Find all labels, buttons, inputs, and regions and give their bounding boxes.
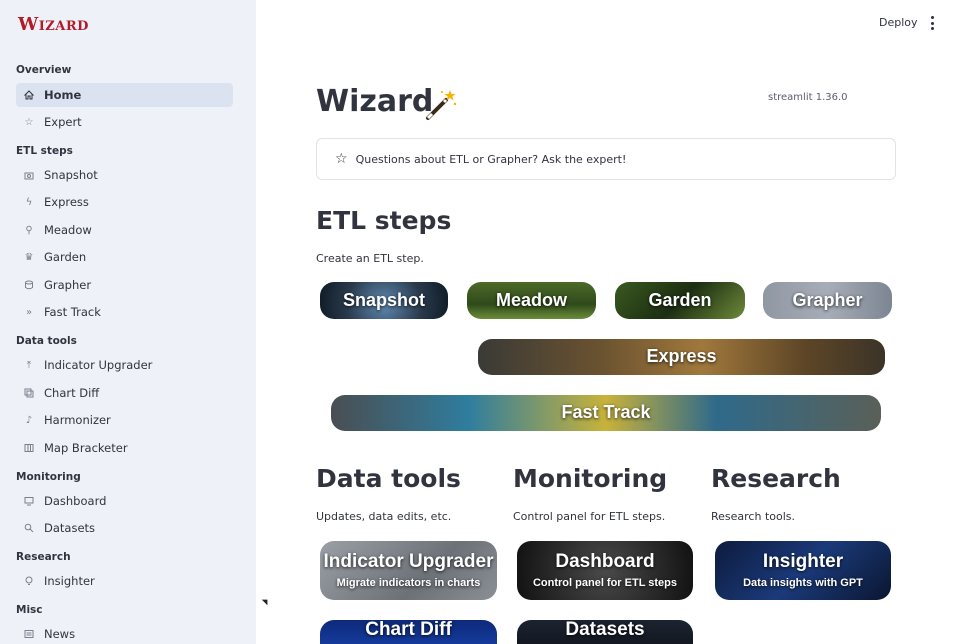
sidebar-item-home[interactable]: Home xyxy=(16,83,233,107)
trophy-icon: ♛ xyxy=(24,251,34,263)
indicator-upgrader-card-title: Indicator Upgrader xyxy=(323,551,494,573)
express-card-title: Express xyxy=(646,346,717,367)
lightbulb-icon xyxy=(22,574,36,588)
meadow-card-title: Meadow xyxy=(495,289,567,310)
snapshot-card[interactable]: Snapshot xyxy=(320,282,448,319)
meadow-card[interactable]: Meadow xyxy=(467,282,596,319)
sidebar-item-snapshot[interactable]: Snapshot xyxy=(16,163,233,187)
indicator-upgrader-card-desc: Migrate indicators in charts xyxy=(336,576,481,589)
sidebar-item-label: Dashboard xyxy=(44,494,107,508)
datasets-card-title: Datasets xyxy=(565,620,645,640)
sidebar-item-news[interactable]: News xyxy=(16,622,233,644)
fast-forward-icon: » xyxy=(25,306,33,318)
music-note-icon: ♪ xyxy=(25,414,33,426)
snapshot-card-title: Snapshot xyxy=(342,289,425,310)
fast-track-card[interactable]: Fast Track xyxy=(331,395,881,431)
sidebar-item-label: News xyxy=(44,627,76,641)
nav-section-research: Research xyxy=(16,551,71,563)
express-card[interactable]: Express xyxy=(478,339,885,375)
grapher-card[interactable]: Grapher xyxy=(763,282,892,319)
sidebar-item-expert[interactable]: ☆ Expert xyxy=(16,110,233,134)
insighter-card[interactable]: Insighter Data insights with GPT xyxy=(715,541,891,600)
sidebar-item-label: Express xyxy=(44,195,89,209)
sidebar-item-indicator-upgrader[interactable]: ⤒ Indicator Upgrader xyxy=(16,353,233,377)
main-menu-icon[interactable] xyxy=(929,16,935,30)
sidebar-item-grapher[interactable]: Grapher xyxy=(16,273,233,297)
sidebar-item-label: Indicator Upgrader xyxy=(44,358,153,372)
sidebar-item-label: Home xyxy=(44,88,82,102)
dashboard-card-title: Dashboard xyxy=(555,551,655,573)
chart-diff-card[interactable]: Chart Diff xyxy=(320,620,497,644)
sidebar-item-map-bracketer[interactable]: Map Bracketer xyxy=(16,436,233,460)
datasets-card[interactable]: Datasets xyxy=(517,620,693,644)
sidebar-item-label: Garden xyxy=(44,250,87,264)
app-logo[interactable]: Wizard xyxy=(18,14,89,35)
star-icon: ☆ xyxy=(24,116,34,128)
page-title: Wizard xyxy=(316,84,434,119)
sidebar-item-label: Chart Diff xyxy=(44,386,100,400)
sidebar: Wizard Overview Home ☆ Expert ETL steps … xyxy=(0,0,256,644)
sidebar-item-label: Fast Track xyxy=(44,305,101,319)
sidebar-item-datasets[interactable]: Datasets xyxy=(16,516,233,540)
ask-expert-text: Questions about ETL or Grapher? Ask the … xyxy=(355,152,627,166)
magic-wand-icon xyxy=(426,90,457,120)
home-icon xyxy=(22,88,36,102)
sidebar-item-label: Grapher xyxy=(44,278,92,292)
monitor-icon xyxy=(22,494,36,508)
sidebar-item-fast-track[interactable]: » Fast Track xyxy=(16,300,233,324)
dashboard-card-desc: Control panel for ETL steps xyxy=(532,576,678,589)
upload-icon: ⤒ xyxy=(26,359,32,371)
sidebar-item-dashboard[interactable]: Dashboard xyxy=(16,489,233,513)
nav-section-monitoring: Monitoring xyxy=(16,471,81,483)
etl-steps-subtitle: Create an ETL step. xyxy=(316,252,424,265)
research-subtitle: Research tools. xyxy=(711,510,796,523)
ask-expert-box[interactable]: ☆ Questions about ETL or Grapher? Ask th… xyxy=(316,138,896,180)
camera-icon xyxy=(22,168,36,182)
version-label: streamlit 1.36.0 xyxy=(768,92,848,103)
flower-icon: ⚲ xyxy=(25,224,33,236)
sidebar-item-label: Datasets xyxy=(44,521,96,535)
garden-card[interactable]: Garden xyxy=(615,282,745,319)
nav-section-misc: Misc xyxy=(16,604,43,616)
sidebar-item-harmonizer[interactable]: ♪ Harmonizer xyxy=(16,408,233,432)
garden-card-title: Garden xyxy=(648,289,712,310)
sidebar-item-insighter[interactable]: Insighter xyxy=(16,569,233,593)
fast-track-card-title: Fast Track xyxy=(561,402,651,423)
nav-section-etl-steps: ETL steps xyxy=(16,145,73,157)
sidebar-item-label: Expert xyxy=(44,115,82,129)
sidebar-item-label: Insighter xyxy=(44,574,95,588)
copy-icon xyxy=(22,386,36,400)
sidebar-item-express[interactable]: ϟ Express xyxy=(16,190,233,214)
sidebar-item-label: Harmonizer xyxy=(44,413,111,427)
dashboard-card[interactable]: Dashboard Control panel for ETL steps xyxy=(517,541,693,600)
etl-steps-heading: ETL steps xyxy=(316,206,452,235)
map-icon xyxy=(22,441,36,455)
sidebar-item-label: Meadow xyxy=(44,223,92,237)
bolt-icon: ϟ xyxy=(25,196,33,208)
star-icon: ☆ xyxy=(335,151,348,167)
database-icon xyxy=(22,278,36,292)
search-icon xyxy=(22,521,36,535)
deploy-button[interactable]: Deploy xyxy=(879,16,918,29)
sidebar-item-label: Map Bracketer xyxy=(44,441,128,455)
monitoring-subtitle: Control panel for ETL steps. xyxy=(513,510,666,523)
sidebar-item-label: Snapshot xyxy=(44,168,98,182)
data-tools-heading: Data tools xyxy=(316,464,461,493)
data-tools-subtitle: Updates, data edits, etc. xyxy=(316,510,452,523)
chart-diff-card-title: Chart Diff xyxy=(365,620,452,640)
sidebar-item-garden[interactable]: ♛ Garden xyxy=(16,245,233,269)
sidebar-item-chart-diff[interactable]: Chart Diff xyxy=(16,381,233,405)
newspaper-icon xyxy=(22,627,36,641)
insighter-card-title: Insighter xyxy=(762,551,844,573)
grapher-card-title: Grapher xyxy=(792,289,863,310)
mouse-cursor xyxy=(261,596,271,606)
research-heading: Research xyxy=(711,464,841,493)
sidebar-item-meadow[interactable]: ⚲ Meadow xyxy=(16,218,233,242)
indicator-upgrader-card[interactable]: Indicator Upgrader Migrate indicators in… xyxy=(320,541,497,600)
monitoring-heading: Monitoring xyxy=(513,464,668,493)
insighter-card-desc: Data insights with GPT xyxy=(743,576,863,589)
nav-section-data-tools: Data tools xyxy=(16,335,77,347)
nav-section-overview: Overview xyxy=(16,64,72,76)
